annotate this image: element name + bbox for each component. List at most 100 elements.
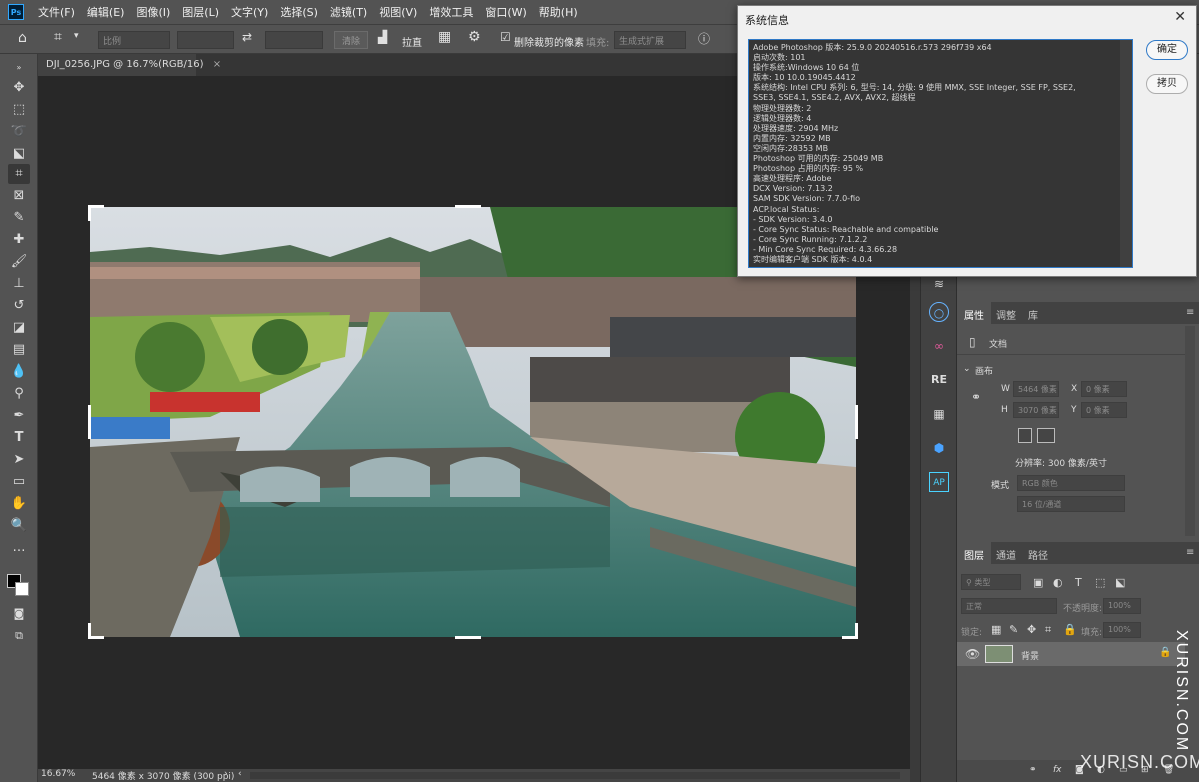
bit-depth-select[interactable]: 16 位/通道 [1017,496,1125,512]
home-icon[interactable]: ⌂ [18,30,27,46]
re-plugin-icon[interactable]: RE [929,370,949,390]
plugin-circle-icon[interactable]: ○ [929,302,949,322]
screen-mode-icon[interactable]: ⧉ [8,626,30,646]
tab-adjustments[interactable]: 调整 [989,302,1023,324]
type-tool-icon[interactable]: T [8,428,30,448]
scroll-left-icon[interactable]: ‹ [238,769,242,779]
brush-tool-icon[interactable]: 🖌 [8,252,30,272]
opacity-field[interactable]: 100% [1103,598,1141,614]
document-dimensions[interactable]: 5464 像素 x 3070 像素 (300 ppi) [92,769,234,782]
panel-icon[interactable]: ▦ [929,404,949,424]
menu-image[interactable]: 图像(I) [130,4,176,20]
history-brush-icon[interactable]: ↺ [8,296,30,316]
creative-cloud-icon[interactable]: ∞ [929,336,949,356]
menu-file[interactable]: 文件(F) [32,4,81,20]
menu-select[interactable]: 选择(S) [274,4,324,20]
menu-help[interactable]: 帮助(H) [533,4,584,20]
portrait-orientation-icon[interactable] [1018,428,1032,443]
zoom-level[interactable]: 16.67% [41,769,75,779]
adjust-filter-icon[interactable]: ◐ [1053,576,1063,589]
color-mode-select[interactable]: RGB 颜色 [1017,475,1125,491]
status-menu-icon[interactable]: › [224,769,228,779]
width-input[interactable] [177,31,234,49]
type-filter-icon[interactable]: T [1075,576,1082,589]
gradient-tool-icon[interactable]: ▤ [8,340,30,360]
pen-tool-icon[interactable]: ✒ [8,406,30,426]
canvas-height-field[interactable]: 3070 像素 [1013,402,1059,418]
fill-field[interactable]: 100% [1103,622,1141,638]
close-icon[interactable]: ✕ [1174,9,1186,25]
info-scrollbar[interactable] [1120,40,1132,267]
clear-button[interactable]: 清除 [334,31,369,49]
frame-tool-icon[interactable]: ⊠ [8,186,30,206]
layers-menu-icon[interactable]: ≡ [1179,542,1199,564]
lock-pixels-icon[interactable]: ✎ [1009,623,1018,636]
rectangle-tool-icon[interactable]: ▭ [8,472,30,492]
crop-handle-bottom-right-v[interactable] [855,623,858,639]
menu-edit[interactable]: 编辑(E) [81,4,131,20]
canvas-width-field[interactable]: 5464 像素 [1013,381,1059,397]
info-icon[interactable]: ⓘ [698,30,710,47]
link-layers-icon[interactable]: ⚭ [1029,765,1037,775]
lock-position-icon[interactable]: ✥ [1027,623,1036,636]
eyedropper-tool-icon[interactable]: ✎ [8,208,30,228]
swap-icon[interactable]: ⇄ [242,30,252,44]
menu-type[interactable]: 文字(Y) [225,4,274,20]
fill-select[interactable]: 生成式扩展 [614,31,686,49]
tab-properties[interactable]: 属性 [957,302,991,324]
properties-scrollbar[interactable] [1185,326,1195,536]
eraser-tool-icon[interactable]: ◪ [8,318,30,338]
menu-view[interactable]: 视图(V) [373,4,423,20]
blur-tool-icon[interactable]: 💧 [8,362,30,382]
background-color-swatch[interactable] [15,582,29,596]
copy-button[interactable]: 拷贝 [1146,74,1188,94]
ratio-select[interactable]: 比例 [98,31,170,49]
collapse-icon[interactable]: » [8,58,30,78]
chevron-down-icon[interactable]: ▾ [74,31,79,41]
lasso-tool-icon[interactable]: ➰ [8,122,30,142]
hex-plugin-icon[interactable]: ⬢ [929,438,949,458]
lock-transparent-icon[interactable]: ▦ [991,623,1001,636]
canvas-y-field[interactable]: 0 像素 [1081,402,1127,418]
height-input[interactable] [265,31,323,49]
landscape-orientation-icon[interactable] [1037,428,1055,443]
crop-handle-bottom-left-v[interactable] [88,623,91,639]
layer-filter-select[interactable]: ⚲ 类型 [961,574,1021,590]
tab-libraries[interactable]: 库 [1021,302,1045,324]
crop-tool-icon[interactable]: ⌗ [8,164,30,184]
horizontal-scrollbar[interactable] [250,772,900,779]
lock-all-icon[interactable]: 🔒 [1063,623,1077,636]
canvas-x-field[interactable]: 0 像素 [1081,381,1127,397]
dodge-tool-icon[interactable]: ⚲ [8,384,30,404]
crop-handle-top-left-v[interactable] [88,205,91,221]
move-tool-icon[interactable]: ✥ [8,78,30,98]
menu-layer[interactable]: 图层(L) [176,4,225,20]
document-tab[interactable]: DJI_0256.JPG @ 16.7%(RGB/16) × [38,54,221,76]
close-tab-icon[interactable]: × [213,59,221,70]
tab-channels[interactable]: 通道 [989,542,1023,564]
link-icon[interactable]: ⚭ [971,390,981,404]
menu-filter[interactable]: 滤镜(T) [324,4,373,20]
straighten-label[interactable]: 拉直 [402,34,422,49]
blend-mode-select[interactable]: 正常 [961,598,1057,614]
lock-artboard-icon[interactable]: ⌗ [1045,623,1051,637]
grid-overlay-icon[interactable]: ▦ [438,29,451,45]
fx-icon[interactable]: fx [1053,765,1062,775]
straighten-icon[interactable]: ▟ [378,30,387,44]
visibility-eye-icon[interactable]: 👁 [965,647,980,661]
path-select-icon[interactable]: ➤ [8,450,30,470]
healing-brush-icon[interactable]: ✚ [8,230,30,250]
gear-icon[interactable]: ⚙ [468,29,481,45]
system-info-text[interactable]: Adobe Photoshop 版本: 25.9.0 20240516.r.57… [748,39,1133,268]
stamp-tool-icon[interactable]: ⊥ [8,274,30,294]
quick-mask-icon[interactable]: ◙ [8,604,30,624]
pixel-filter-icon[interactable]: ▣ [1033,576,1043,589]
chevron-down-icon[interactable]: ⌄ [963,364,971,374]
delete-cropped-checkbox[interactable]: ☑ [500,30,511,44]
shape-filter-icon[interactable]: ⬚ [1095,576,1105,589]
panel-menu-icon[interactable]: ≡ [1179,302,1199,324]
smart-filter-icon[interactable]: ⬕ [1115,576,1125,589]
crop-tool-preset-icon[interactable]: ⌗ [54,29,62,45]
layer-row-background[interactable]: 👁 背景 🔒 [957,642,1185,666]
marquee-tool-icon[interactable]: ⬚ [8,100,30,120]
